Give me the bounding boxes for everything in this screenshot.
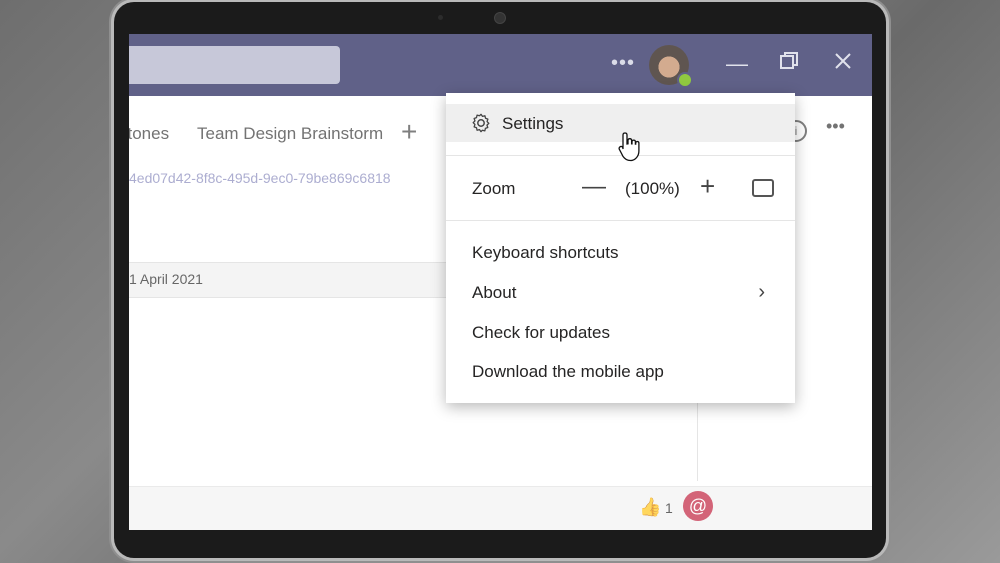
camera — [494, 12, 506, 24]
minimize-icon[interactable]: — — [726, 50, 748, 78]
close-icon[interactable] — [833, 50, 853, 78]
presence-icon — [677, 72, 693, 88]
at-mention-icon[interactable]: @ — [683, 491, 713, 521]
gear-icon — [472, 113, 490, 133]
meeting-link-text[interactable]: 4ed07d42-8f8c-495d-9ec0-79be869c6818 — [129, 170, 391, 186]
hand-cursor-icon — [618, 132, 640, 162]
tab-milestones[interactable]: stones — [129, 124, 169, 144]
zoom-in-button[interactable]: + — [700, 171, 715, 202]
divider — [446, 220, 795, 221]
menu-item-label: Check for updates — [472, 323, 610, 342]
more-icon[interactable]: ••• — [611, 52, 635, 75]
sensor-dot — [438, 15, 443, 20]
zoom-label: Zoom — [472, 179, 516, 198]
tab-team-design-brainstorm[interactable]: Team Design Brainstorm — [197, 124, 383, 144]
thumbs-up-icon[interactable]: 👍 — [639, 497, 661, 518]
zoom-value: (100%) — [625, 179, 680, 198]
reaction-count: 1 — [665, 500, 673, 516]
restore-icon[interactable] — [779, 50, 799, 78]
menu-item-label: Keyboard shortcuts — [472, 243, 619, 262]
menu-item-label: Download the mobile app — [472, 362, 664, 381]
menu-item-keyboard-shortcuts[interactable]: Keyboard shortcuts — [446, 233, 795, 273]
fullscreen-icon[interactable] — [752, 179, 774, 197]
search-input[interactable] — [129, 46, 340, 84]
message-footer: 👍 1 @ — [129, 486, 872, 530]
zoom-row: Zoom — (100%) + — [446, 169, 795, 209]
menu-item-label: About — [472, 283, 517, 302]
zoom-out-button[interactable]: — — [582, 173, 606, 201]
title-bar: ••• — — [129, 34, 872, 96]
menu-item-check-updates[interactable]: Check for updates — [446, 313, 795, 353]
menu-item-about[interactable]: About › — [446, 273, 795, 313]
chevron-right-icon: › — [758, 281, 765, 303]
plus-icon[interactable]: + — [401, 116, 417, 148]
more-icon[interactable]: ••• — [826, 116, 845, 137]
menu-item-label: Settings — [502, 114, 564, 133]
date-label: 1 April 2021 — [129, 271, 203, 287]
menu-item-download-app[interactable]: Download the mobile app — [446, 352, 795, 392]
